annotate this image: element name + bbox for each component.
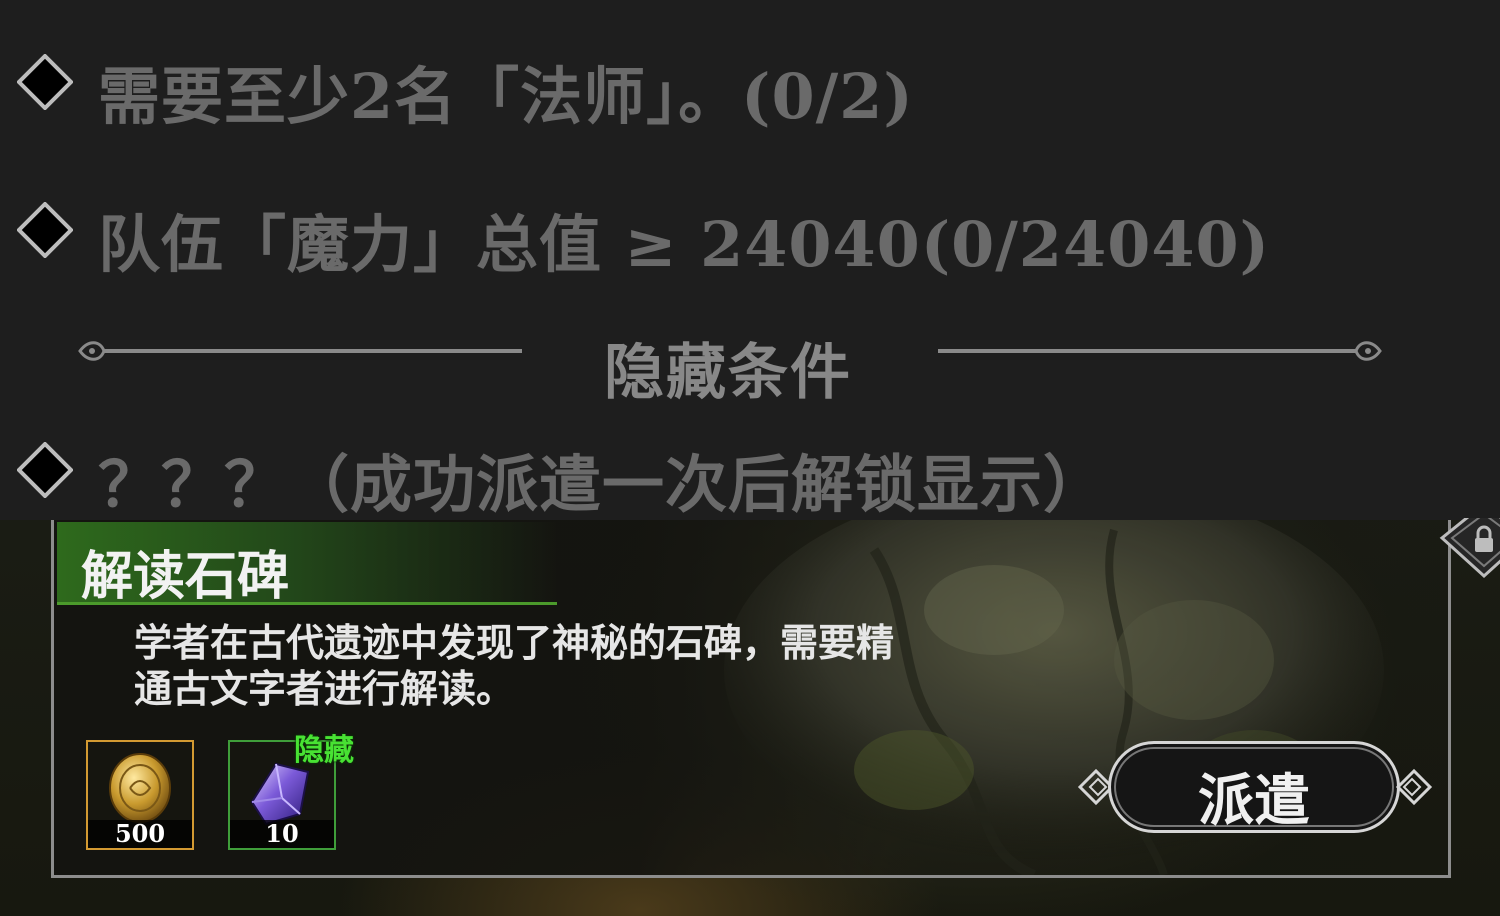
dispatch-button-label: 派遣 (1198, 768, 1310, 834)
divider-line-right (938, 341, 1382, 361)
dispatch-button[interactable]: 派遣 (1108, 741, 1400, 834)
mission-section: 解读石碑 学者在古代遗迹中发现了神秘的石碑，需要精 通古文字者进行解读。 500… (0, 518, 1500, 916)
reward-gold-coin[interactable]: 500 (86, 740, 194, 850)
hidden-conditions-divider: 隐藏条件 (0, 318, 1500, 408)
hidden-section-title: 隐藏条件 (604, 338, 852, 408)
diamond-bullet-icon (17, 202, 73, 258)
diamond-bullet-icon (17, 442, 73, 498)
mission-description: 学者在古代遗迹中发现了神秘的石碑，需要精 通古文字者进行解读。 (134, 620, 1034, 712)
description-line-1: 学者在古代遗迹中发现了神秘的石碑，需要精 (134, 620, 895, 665)
divider-line-left (78, 341, 522, 361)
condition-magic-row: 队伍「魔力」总值 ≥ 24040(0/24040) (0, 180, 1500, 281)
conditions-panel: 需要至少2名「法师」。(0/2) 队伍「魔力」总值 ≥ 24040(0/2404… (0, 0, 1500, 521)
condition-mage-row: 需要至少2名「法师」。(0/2) (0, 32, 1500, 133)
condition-mage-text: 需要至少2名「法师」。(0/2) (98, 60, 914, 133)
diamond-bullet-icon (17, 54, 73, 110)
dispatch-button-group: 派遣 (1076, 739, 1436, 839)
condition-hidden-row: ？？？（成功派遣一次后解锁显示） (0, 420, 1500, 521)
lock-icon[interactable] (1438, 518, 1500, 582)
hidden-reward-tag: 隐藏 (294, 733, 354, 768)
ornament-right-icon (1395, 768, 1433, 806)
mission-title: 解读石碑 (81, 546, 290, 607)
mission-title-bar: 解读石碑 (57, 522, 557, 607)
description-line-2: 通古文字者进行解读。 (134, 666, 515, 711)
condition-hidden-text: ？？？（成功派遣一次后解锁显示） (98, 448, 1107, 521)
reward-quantity: 500 (114, 819, 166, 848)
reward-quantity: 10 (265, 819, 299, 848)
condition-magic-text: 队伍「魔力」总值 ≥ 24040(0/24040) (98, 208, 1270, 281)
